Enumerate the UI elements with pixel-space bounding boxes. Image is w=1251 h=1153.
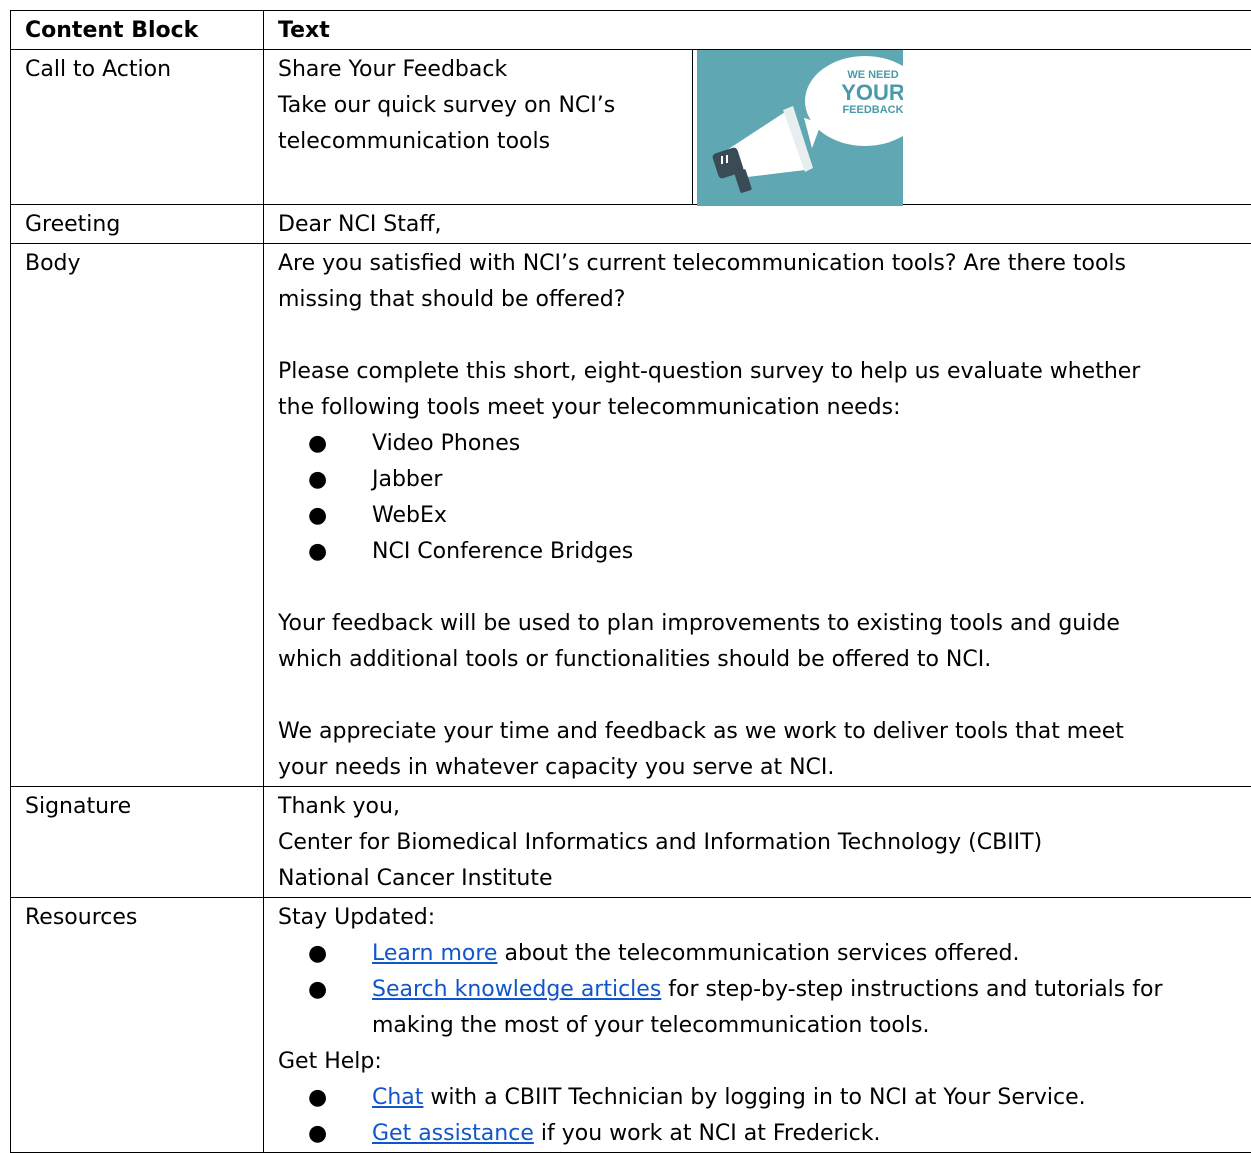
- assistance-text: if you work at NCI at Frederick.: [534, 1121, 881, 1146]
- we-need-your-feedback-image: WE NEED YOUR FEEDBACK: [697, 50, 903, 206]
- signature-line-2: Center for Biomedical Informatics and In…: [278, 825, 1251, 861]
- tool-name: Video Phones: [372, 431, 520, 456]
- bullet-icon: ●: [308, 1116, 327, 1152]
- content-table: Content Block Text Call to Action Share …: [10, 10, 1251, 1153]
- bullet-icon: ●: [308, 936, 327, 972]
- bullet-icon: ●: [308, 1080, 327, 1116]
- body-paragraph-1-line-1: Are you satisfied with NCI’s current tel…: [278, 246, 1251, 282]
- list-item: ● Chat with a CBIIT Technician by logging…: [278, 1080, 1251, 1116]
- list-item: ● WebEx: [278, 498, 1251, 534]
- signature-row: Signature Thank you, Center for Biomedic…: [11, 787, 1251, 898]
- bullet-icon: ●: [308, 498, 327, 534]
- cta-divider: [692, 50, 693, 204]
- feedback-text: FEEDBACK: [823, 104, 903, 116]
- header-text: Text: [264, 11, 1251, 50]
- search-knowledge-articles-link[interactable]: Search knowledge articles: [372, 977, 661, 1002]
- body-paragraph-3-line-1: Your feedback will be used to plan impro…: [278, 606, 1251, 642]
- body-paragraph-3-line-2: which additional tools or functionalitie…: [278, 642, 1251, 678]
- cta-title: Share Your Feedback: [278, 52, 698, 88]
- body-paragraph-1-line-2: missing that should be offered?: [278, 282, 1251, 318]
- spacer: [278, 318, 1251, 354]
- tool-name: WebEx: [372, 503, 447, 528]
- list-item: ● Get assistance if you work at NCI at Fr…: [278, 1116, 1251, 1152]
- learn-more-text: about the telecommunication services off…: [497, 941, 1019, 966]
- body-paragraph-2-line-1: Please complete this short, eight-questi…: [278, 354, 1251, 390]
- cta-label: Call to Action: [11, 50, 264, 205]
- signature-line-1: Thank you,: [278, 789, 1251, 825]
- feedback-graphic-text: WE NEED YOUR FEEDBACK: [823, 68, 903, 116]
- learn-more-link[interactable]: Learn more: [372, 941, 497, 966]
- chat-link[interactable]: Chat: [372, 1085, 423, 1110]
- get-help-list: ● Chat with a CBIIT Technician by logging…: [278, 1080, 1251, 1152]
- cta-cell: Share Your Feedback Take our quick surve…: [264, 50, 1251, 205]
- spacer: [278, 570, 1251, 606]
- get-help-heading: Get Help:: [278, 1044, 1251, 1080]
- bullet-icon: ●: [308, 972, 327, 1008]
- bullet-icon: ●: [308, 534, 327, 570]
- list-item: ● NCI Conference Bridges: [278, 534, 1251, 570]
- resources-row: Resources Stay Updated: ● Learn more abou…: [11, 898, 1251, 1153]
- get-assistance-link[interactable]: Get assistance: [372, 1121, 534, 1146]
- search-text: for step-by-step instructions and tutori…: [661, 977, 1162, 1002]
- cta-text: Share Your Feedback Take our quick surve…: [278, 52, 698, 160]
- signature-line-3: National Cancer Institute: [278, 861, 1251, 897]
- tool-name: NCI Conference Bridges: [372, 539, 633, 564]
- search-text-line-2: making the most of your telecommunicatio…: [372, 1013, 929, 1038]
- bullet-icon: ●: [308, 462, 327, 498]
- greeting-row: Greeting Dear NCI Staff,: [11, 205, 1251, 244]
- resources-cell: Stay Updated: ● Learn more about the tele…: [264, 898, 1251, 1153]
- resources-label: Resources: [11, 898, 264, 1153]
- body-paragraph-2-line-2: the following tools meet your telecommun…: [278, 390, 1251, 426]
- signature-cell: Thank you, Center for Biomedical Informa…: [264, 787, 1251, 898]
- cta-line-3: telecommunication tools: [278, 124, 698, 160]
- signature-label: Signature: [11, 787, 264, 898]
- body-paragraph-4-line-1: We appreciate your time and feedback as …: [278, 714, 1251, 750]
- header-row: Content Block Text: [11, 11, 1251, 50]
- header-content-block: Content Block: [11, 11, 264, 50]
- greeting-text: Dear NCI Staff,: [264, 205, 1251, 244]
- list-item: ● Jabber: [278, 462, 1251, 498]
- your-text: YOUR: [823, 82, 903, 104]
- cta-line-2: Take our quick survey on NCI’s: [278, 88, 698, 124]
- spacer: [278, 678, 1251, 714]
- body-cell: Are you satisfied with NCI’s current tel…: [264, 244, 1251, 787]
- tool-name: Jabber: [372, 467, 442, 492]
- body-paragraph-4-line-2: your needs in whatever capacity you serv…: [278, 750, 1251, 786]
- list-item: ● Video Phones: [278, 426, 1251, 462]
- greeting-label: Greeting: [11, 205, 264, 244]
- list-item: ● Search knowledge articles for step-by-s…: [278, 972, 1251, 1044]
- stay-updated-list: ● Learn more about the telecommunication …: [278, 936, 1251, 1044]
- stay-updated-heading: Stay Updated:: [278, 900, 1251, 936]
- body-row: Body Are you satisfied with NCI’s curren…: [11, 244, 1251, 787]
- body-label: Body: [11, 244, 264, 787]
- chat-text: with a CBIIT Technician by logging in to…: [423, 1085, 1085, 1110]
- list-item: ● Learn more about the telecommunication …: [278, 936, 1251, 972]
- bullet-icon: ●: [308, 426, 327, 462]
- tools-list: ● Video Phones ● Jabber ● WebEx ● NCI Confer…: [278, 426, 1251, 570]
- call-to-action-row: Call to Action Share Your Feedback Take …: [11, 50, 1251, 205]
